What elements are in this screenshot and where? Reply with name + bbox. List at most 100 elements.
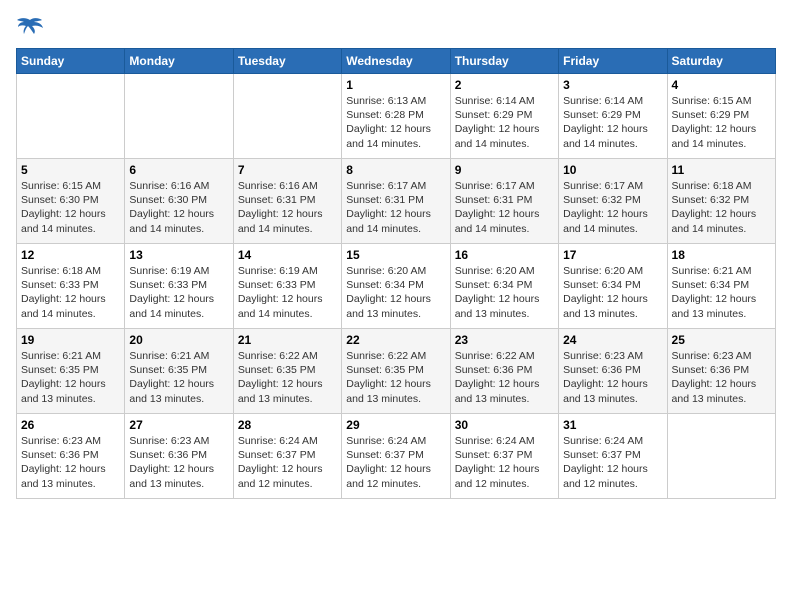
calendar-cell: 27 Sunrise: 6:23 AM Sunset: 6:36 PM Dayli… bbox=[125, 414, 233, 499]
calendar-cell: 20Sunrise: 6:21 AM Sunset: 6:35 PM Dayli… bbox=[125, 329, 233, 414]
calendar-cell: 8 Sunrise: 6:17 AM Sunset: 6:31 PM Daylig… bbox=[342, 159, 450, 244]
day-info: Sunrise: 6:16 AM Sunset: 6:30 PM Dayligh… bbox=[129, 179, 228, 236]
calendar-cell: 1 Sunrise: 6:13 AM Sunset: 6:28 PM Daylig… bbox=[342, 74, 450, 159]
day-info: Sunrise: 6:19 AM Sunset: 6:33 PM Dayligh… bbox=[238, 264, 337, 321]
day-info: Sunrise: 6:15 AM Sunset: 6:29 PM Dayligh… bbox=[672, 94, 771, 151]
day-info: Sunrise: 6:17 AM Sunset: 6:31 PM Dayligh… bbox=[455, 179, 554, 236]
calendar-cell: 30 Sunrise: 6:24 AM Sunset: 6:37 PM Dayli… bbox=[450, 414, 558, 499]
day-number: 23 bbox=[455, 333, 554, 347]
day-info: Sunrise: 6:24 AM Sunset: 6:37 PM Dayligh… bbox=[455, 434, 554, 491]
day-info: Sunrise: 6:20 AM Sunset: 6:34 PM Dayligh… bbox=[455, 264, 554, 321]
weekday-header: Saturday bbox=[667, 49, 775, 74]
calendar-cell: 9 Sunrise: 6:17 AM Sunset: 6:31 PM Daylig… bbox=[450, 159, 558, 244]
week-row: 1 Sunrise: 6:13 AM Sunset: 6:28 PM Daylig… bbox=[17, 74, 776, 159]
calendar-cell: 10Sunrise: 6:17 AM Sunset: 6:32 PM Dayli… bbox=[559, 159, 667, 244]
day-info: Sunrise: 6:24 AM Sunset: 6:37 PM Dayligh… bbox=[563, 434, 662, 491]
calendar-cell: 23 Sunrise: 6:22 AM Sunset: 6:36 PM Dayli… bbox=[450, 329, 558, 414]
day-number: 8 bbox=[346, 163, 445, 177]
day-number: 1 bbox=[346, 78, 445, 92]
day-number: 6 bbox=[129, 163, 228, 177]
day-info: Sunrise: 6:21 AM Sunset: 6:35 PM Dayligh… bbox=[21, 349, 120, 406]
calendar-cell: 17Sunrise: 6:20 AM Sunset: 6:34 PM Dayli… bbox=[559, 244, 667, 329]
logo-icon bbox=[16, 16, 44, 40]
day-number: 30 bbox=[455, 418, 554, 432]
day-number: 13 bbox=[129, 248, 228, 262]
day-number: 28 bbox=[238, 418, 337, 432]
calendar-cell: 31 Sunrise: 6:24 AM Sunset: 6:37 PM Dayli… bbox=[559, 414, 667, 499]
day-number: 21 bbox=[238, 333, 337, 347]
calendar-cell bbox=[17, 74, 125, 159]
week-row: 19 Sunrise: 6:21 AM Sunset: 6:35 PM Dayli… bbox=[17, 329, 776, 414]
day-number: 19 bbox=[21, 333, 120, 347]
day-info: Sunrise: 6:13 AM Sunset: 6:28 PM Dayligh… bbox=[346, 94, 445, 151]
day-number: 16 bbox=[455, 248, 554, 262]
calendar-cell: 2Sunrise: 6:14 AM Sunset: 6:29 PM Daylig… bbox=[450, 74, 558, 159]
day-info: Sunrise: 6:18 AM Sunset: 6:32 PM Dayligh… bbox=[672, 179, 771, 236]
day-info: Sunrise: 6:17 AM Sunset: 6:31 PM Dayligh… bbox=[346, 179, 445, 236]
weekday-header: Monday bbox=[125, 49, 233, 74]
day-info: Sunrise: 6:22 AM Sunset: 6:36 PM Dayligh… bbox=[455, 349, 554, 406]
day-info: Sunrise: 6:18 AM Sunset: 6:33 PM Dayligh… bbox=[21, 264, 120, 321]
calendar-cell: 11 Sunrise: 6:18 AM Sunset: 6:32 PM Dayli… bbox=[667, 159, 775, 244]
calendar-cell: 14 Sunrise: 6:19 AM Sunset: 6:33 PM Dayli… bbox=[233, 244, 341, 329]
calendar-table: SundayMondayTuesdayWednesdayThursdayFrid… bbox=[16, 48, 776, 499]
calendar-cell: 28 Sunrise: 6:24 AM Sunset: 6:37 PM Dayli… bbox=[233, 414, 341, 499]
page-header bbox=[16, 16, 776, 40]
weekday-header: Thursday bbox=[450, 49, 558, 74]
calendar-cell: 13 Sunrise: 6:19 AM Sunset: 6:33 PM Dayli… bbox=[125, 244, 233, 329]
day-info: Sunrise: 6:21 AM Sunset: 6:34 PM Dayligh… bbox=[672, 264, 771, 321]
day-info: Sunrise: 6:23 AM Sunset: 6:36 PM Dayligh… bbox=[21, 434, 120, 491]
calendar-cell bbox=[667, 414, 775, 499]
calendar-cell: 29 Sunrise: 6:24 AM Sunset: 6:37 PM Dayli… bbox=[342, 414, 450, 499]
calendar-cell: 16 Sunrise: 6:20 AM Sunset: 6:34 PM Dayli… bbox=[450, 244, 558, 329]
day-info: Sunrise: 6:23 AM Sunset: 6:36 PM Dayligh… bbox=[129, 434, 228, 491]
calendar-cell: 18 Sunrise: 6:21 AM Sunset: 6:34 PM Dayli… bbox=[667, 244, 775, 329]
logo bbox=[16, 16, 48, 40]
calendar-cell: 21Sunrise: 6:22 AM Sunset: 6:35 PM Dayli… bbox=[233, 329, 341, 414]
day-number: 10 bbox=[563, 163, 662, 177]
calendar-cell: 19 Sunrise: 6:21 AM Sunset: 6:35 PM Dayli… bbox=[17, 329, 125, 414]
calendar-cell: 26 Sunrise: 6:23 AM Sunset: 6:36 PM Dayli… bbox=[17, 414, 125, 499]
day-info: Sunrise: 6:22 AM Sunset: 6:35 PM Dayligh… bbox=[346, 349, 445, 406]
day-number: 26 bbox=[21, 418, 120, 432]
calendar-cell: 7 Sunrise: 6:16 AM Sunset: 6:31 PM Daylig… bbox=[233, 159, 341, 244]
day-info: Sunrise: 6:20 AM Sunset: 6:34 PM Dayligh… bbox=[563, 264, 662, 321]
day-number: 18 bbox=[672, 248, 771, 262]
day-info: Sunrise: 6:15 AM Sunset: 6:30 PM Dayligh… bbox=[21, 179, 120, 236]
weekday-header: Tuesday bbox=[233, 49, 341, 74]
day-info: Sunrise: 6:14 AM Sunset: 6:29 PM Dayligh… bbox=[563, 94, 662, 151]
calendar-cell: 12 Sunrise: 6:18 AM Sunset: 6:33 PM Dayli… bbox=[17, 244, 125, 329]
day-info: Sunrise: 6:24 AM Sunset: 6:37 PM Dayligh… bbox=[346, 434, 445, 491]
day-number: 25 bbox=[672, 333, 771, 347]
day-number: 3 bbox=[563, 78, 662, 92]
week-row: 12 Sunrise: 6:18 AM Sunset: 6:33 PM Dayli… bbox=[17, 244, 776, 329]
day-info: Sunrise: 6:24 AM Sunset: 6:37 PM Dayligh… bbox=[238, 434, 337, 491]
day-number: 15 bbox=[346, 248, 445, 262]
calendar-cell: 25 Sunrise: 6:23 AM Sunset: 6:36 PM Dayli… bbox=[667, 329, 775, 414]
weekday-header: Friday bbox=[559, 49, 667, 74]
calendar-cell: 4 Sunrise: 6:15 AM Sunset: 6:29 PM Daylig… bbox=[667, 74, 775, 159]
day-number: 24 bbox=[563, 333, 662, 347]
day-number: 12 bbox=[21, 248, 120, 262]
day-info: Sunrise: 6:19 AM Sunset: 6:33 PM Dayligh… bbox=[129, 264, 228, 321]
day-number: 4 bbox=[672, 78, 771, 92]
day-number: 27 bbox=[129, 418, 228, 432]
day-info: Sunrise: 6:16 AM Sunset: 6:31 PM Dayligh… bbox=[238, 179, 337, 236]
day-info: Sunrise: 6:20 AM Sunset: 6:34 PM Dayligh… bbox=[346, 264, 445, 321]
day-number: 5 bbox=[21, 163, 120, 177]
day-info: Sunrise: 6:21 AM Sunset: 6:35 PM Dayligh… bbox=[129, 349, 228, 406]
day-number: 31 bbox=[563, 418, 662, 432]
calendar-cell: 15 Sunrise: 6:20 AM Sunset: 6:34 PM Dayli… bbox=[342, 244, 450, 329]
weekday-header: Sunday bbox=[17, 49, 125, 74]
week-row: 5 Sunrise: 6:15 AM Sunset: 6:30 PM Daylig… bbox=[17, 159, 776, 244]
day-number: 7 bbox=[238, 163, 337, 177]
calendar-cell bbox=[233, 74, 341, 159]
calendar-cell: 3 Sunrise: 6:14 AM Sunset: 6:29 PM Daylig… bbox=[559, 74, 667, 159]
day-number: 29 bbox=[346, 418, 445, 432]
day-number: 22 bbox=[346, 333, 445, 347]
day-number: 9 bbox=[455, 163, 554, 177]
day-number: 14 bbox=[238, 248, 337, 262]
day-info: Sunrise: 6:23 AM Sunset: 6:36 PM Dayligh… bbox=[672, 349, 771, 406]
weekday-header-row: SundayMondayTuesdayWednesdayThursdayFrid… bbox=[17, 49, 776, 74]
day-number: 11 bbox=[672, 163, 771, 177]
